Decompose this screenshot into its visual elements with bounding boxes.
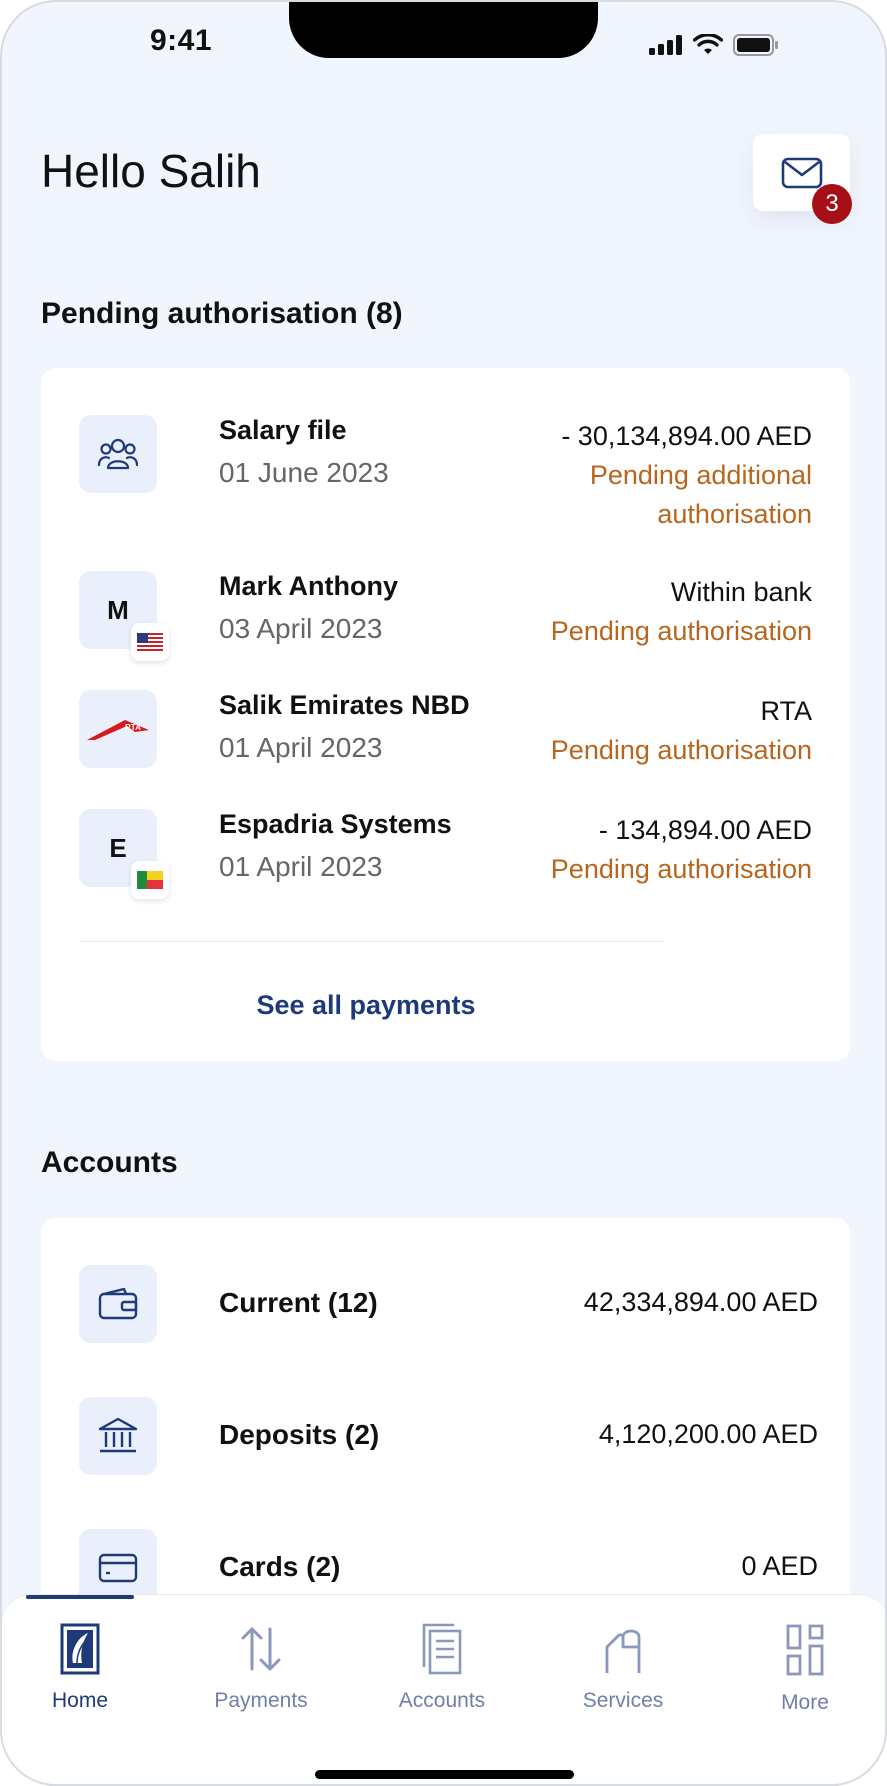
rta-logo: RTA: [87, 720, 149, 740]
status-icons: [649, 34, 779, 56]
tab-label: Payments: [214, 1689, 308, 1712]
payment-status: Pending authorisation: [550, 854, 812, 884]
payment-summary: - 30,134,894.00 AED Pending additional a…: [561, 417, 812, 534]
tab-services[interactable]: Services: [548, 1623, 698, 1713]
pending-item-espadria[interactable]: E Espadria Systems 01 April 2023 - 134,8…: [79, 809, 812, 899]
card-icon: [98, 1553, 138, 1583]
payment-summary: - 134,894.00 AED Pending authorisation: [551, 811, 812, 889]
payee-name: Mark Anthony: [219, 571, 399, 601]
tab-label: More: [781, 1691, 829, 1714]
wifi-icon: [693, 34, 723, 54]
svg-text:RTA: RTA: [125, 723, 141, 732]
account-row-deposits[interactable]: Deposits (2) 4,120,200.00 AED: [79, 1397, 818, 1475]
avatar: [79, 415, 157, 493]
accounts-card: Current (12) 42,334,894.00 AED Deposits …: [41, 1218, 850, 1638]
home-indicator: [315, 1770, 574, 1779]
payment-type: Within bank: [670, 577, 812, 607]
payment-status: Pending additional: [589, 460, 812, 490]
active-tab-indicator: [26, 1595, 134, 1599]
battery-icon: [733, 34, 778, 56]
divider: [79, 941, 664, 942]
account-icon-tile: [79, 1397, 157, 1475]
group-icon: [97, 438, 139, 470]
pending-item-salary-file[interactable]: Salary file 01 June 2023 - 30,134,894.00…: [79, 415, 812, 535]
account-row-current[interactable]: Current (12) 42,334,894.00 AED: [79, 1265, 818, 1343]
account-label: Deposits (2): [219, 1419, 380, 1450]
account-label: Cards (2): [219, 1551, 341, 1582]
payment-amount: - 30,134,894.00 AED: [561, 421, 812, 451]
services-icon: [605, 1629, 641, 1673]
tab-label: Services: [582, 1689, 664, 1712]
payment-amount: - 134,894.00 AED: [598, 815, 812, 845]
pending-item-salik[interactable]: RTA Salik Emirates NBD 01 April 2023 RTA…: [79, 690, 812, 780]
avatar-letter: M: [107, 594, 129, 625]
home-logo-icon: [60, 1623, 100, 1675]
payment-summary: RTA Pending authorisation: [551, 692, 812, 770]
accounts-section-title: Accounts: [41, 1146, 178, 1179]
pending-item-mark-anthony[interactable]: M Mark Anthony 03 April 2023 Within bank…: [79, 571, 812, 661]
benin-flag-icon: [131, 861, 169, 899]
tab-payments[interactable]: Payments: [186, 1623, 336, 1713]
mail-icon: [781, 157, 822, 188]
payment-status-cont: authorisation: [657, 499, 812, 529]
bottom-tab-bar: Home Payments Accounts Services More: [2, 1594, 885, 1784]
tab-more[interactable]: More: [730, 1623, 880, 1715]
greeting-title: Hello Salih: [41, 145, 261, 197]
account-balance: 42,334,894.00 AED: [583, 1287, 818, 1317]
account-label: Current (12): [219, 1287, 378, 1318]
account-balance: 4,120,200.00 AED: [598, 1419, 818, 1449]
transfer-arrows-icon: [241, 1627, 281, 1671]
tab-label: Accounts: [398, 1689, 486, 1712]
grid-icon: [786, 1624, 824, 1676]
account-icon-tile: [79, 1265, 157, 1343]
messages-badge: 3: [812, 184, 852, 224]
payment-summary: Within bank Pending authorisation: [551, 573, 812, 651]
tab-accounts[interactable]: Accounts: [367, 1623, 517, 1713]
tab-home[interactable]: Home: [5, 1623, 155, 1713]
payment-date: 03 April 2023: [219, 613, 383, 644]
signal-icon: [649, 35, 682, 55]
payee-name: Salik Emirates NBD: [219, 690, 470, 720]
bank-icon: [98, 1417, 138, 1453]
payment-date: 01 April 2023: [219, 851, 383, 882]
payment-date: 01 June 2023: [219, 457, 389, 488]
pending-card: Salary file 01 June 2023 - 30,134,894.00…: [41, 368, 850, 1061]
avatar-letter: E: [109, 832, 127, 863]
phone-frame: 9:41 Hello Salih 3 Pending authorisation…: [0, 0, 887, 1786]
notch: [289, 2, 598, 58]
us-flag-icon: [131, 623, 169, 661]
payment-type: RTA: [760, 696, 812, 726]
avatar: RTA: [79, 690, 157, 768]
status-time: 9:41: [150, 24, 213, 57]
payment-status: Pending authorisation: [550, 616, 812, 646]
pending-section-title: Pending authorisation (8): [41, 297, 403, 330]
tab-label: Home: [51, 1689, 109, 1712]
payee-name: Salary file: [219, 415, 347, 445]
payment-status: Pending authorisation: [550, 735, 812, 765]
payee-name: Espadria Systems: [219, 809, 452, 839]
account-balance: 0 AED: [741, 1551, 818, 1581]
see-all-payments-link[interactable]: See all payments: [41, 990, 691, 1021]
wallet-icon: [98, 1288, 138, 1320]
documents-icon: [422, 1623, 462, 1675]
payment-date: 01 April 2023: [219, 732, 383, 763]
